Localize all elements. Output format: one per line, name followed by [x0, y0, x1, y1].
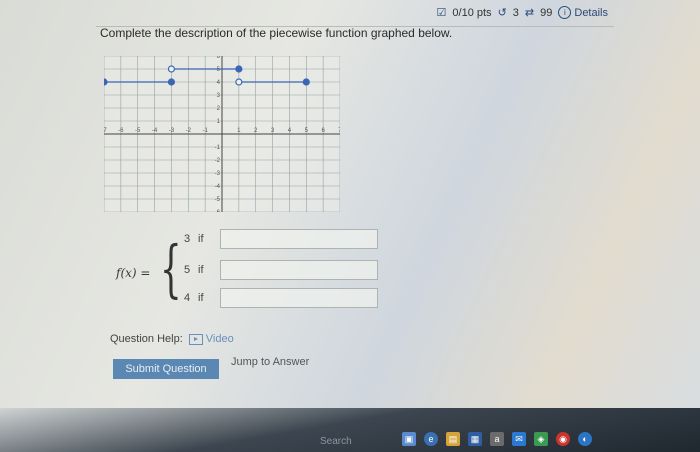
y-tick-label: -1 — [215, 145, 221, 151]
piece-if-label: if — [198, 233, 204, 245]
store-icon[interactable]: ▦ — [468, 432, 482, 446]
x-tick-label: -2 — [186, 128, 192, 134]
piece-value: 5 — [184, 264, 191, 276]
taskbar-search[interactable]: Search — [320, 436, 400, 450]
video-link[interactable]: Video — [188, 333, 234, 345]
function-graph: -7-6-5-4-3-2-11234567654321-1-2-3-4-5-6 — [104, 56, 340, 212]
closed-endpoint — [302, 78, 310, 86]
piece-value: 3 — [184, 233, 191, 245]
score-bar: ☑ 0/10 pts ↺ 3 ⇄ 99 i Details — [437, 6, 608, 19]
assignment-page: ☑ 0/10 pts ↺ 3 ⇄ 99 i Details Complete t… — [0, 0, 700, 452]
closed-endpoint — [167, 78, 176, 86]
piece-condition-input-1[interactable] — [220, 229, 378, 249]
video-label: Video — [205, 333, 234, 345]
closed-endpoint — [235, 65, 243, 73]
x-tick-label: 7 — [338, 128, 340, 134]
x-tick-label: -1 — [202, 128, 208, 134]
repeat-icon: ⇄ — [524, 7, 535, 19]
help-label: Question Help: — [110, 333, 183, 345]
open-endpoint — [167, 65, 176, 73]
piece-row-2: 5 if — [184, 260, 378, 280]
graph-svg: -7-6-5-4-3-2-11234567654321-1-2-3-4-5-6 — [104, 56, 340, 212]
piece-row-3: 4 if — [184, 288, 378, 308]
piece-if-label: if — [198, 292, 204, 304]
amazon-icon[interactable]: a — [490, 432, 504, 446]
details-label: Details — [574, 6, 608, 19]
info-icon: i — [558, 6, 572, 19]
x-tick-label: -4 — [152, 128, 158, 134]
piece-condition-input-2[interactable] — [220, 260, 378, 280]
undo-icon: ↺ — [497, 7, 507, 19]
jump-to-answer-link[interactable]: Jump to Answer — [231, 356, 309, 368]
piece-value: 4 — [184, 292, 191, 304]
file-explorer-icon[interactable]: ▤ — [446, 432, 460, 446]
y-tick-label: -6 — [215, 210, 221, 212]
taskbar-icons: ▣ e ▤ ▦ a ✉ ◈ ◉ ◐ — [402, 432, 592, 446]
y-tick-label: -2 — [215, 158, 221, 164]
question-text: Complete the description of the piecewis… — [100, 26, 453, 40]
piece-if-label: if — [198, 264, 204, 276]
closed-endpoint — [104, 78, 108, 86]
details-link[interactable]: i Details — [558, 6, 608, 19]
open-endpoint — [235, 78, 243, 86]
x-tick-label: -6 — [118, 128, 124, 134]
x-tick-label: -5 — [135, 128, 141, 134]
mail-icon[interactable]: ✉ — [512, 432, 526, 446]
score-text: 0/10 pts — [452, 6, 492, 19]
taskbar: Search ▣ e ▤ ▦ a ✉ ◈ ◉ ◐ — [0, 408, 700, 452]
app-icon[interactable]: ◈ — [534, 432, 548, 446]
edge-icon[interactable]: e — [424, 432, 438, 446]
retries-count: 99 — [540, 6, 553, 19]
fx-label: f(x) = — [116, 266, 151, 280]
y-tick-label: -5 — [215, 197, 221, 203]
y-tick-label: -3 — [215, 171, 221, 177]
checkbox-icon: ☑ — [436, 7, 447, 19]
chrome-icon[interactable]: ◉ — [556, 432, 570, 446]
x-tick-label: -3 — [169, 128, 175, 134]
question-help: Question Help: Video — [110, 333, 234, 345]
piece-condition-input-3[interactable] — [220, 288, 378, 308]
browser-icon[interactable]: ◐ — [578, 432, 592, 446]
y-tick-label: -4 — [215, 184, 221, 190]
task-view-icon[interactable]: ▣ — [402, 432, 416, 446]
video-icon — [188, 333, 203, 345]
piece-row-1: 3 if — [184, 229, 378, 249]
attempts-count: 3 — [512, 6, 519, 19]
submit-question-button[interactable]: Submit Question — [113, 359, 219, 379]
piecewise-brace: { — [160, 232, 182, 305]
